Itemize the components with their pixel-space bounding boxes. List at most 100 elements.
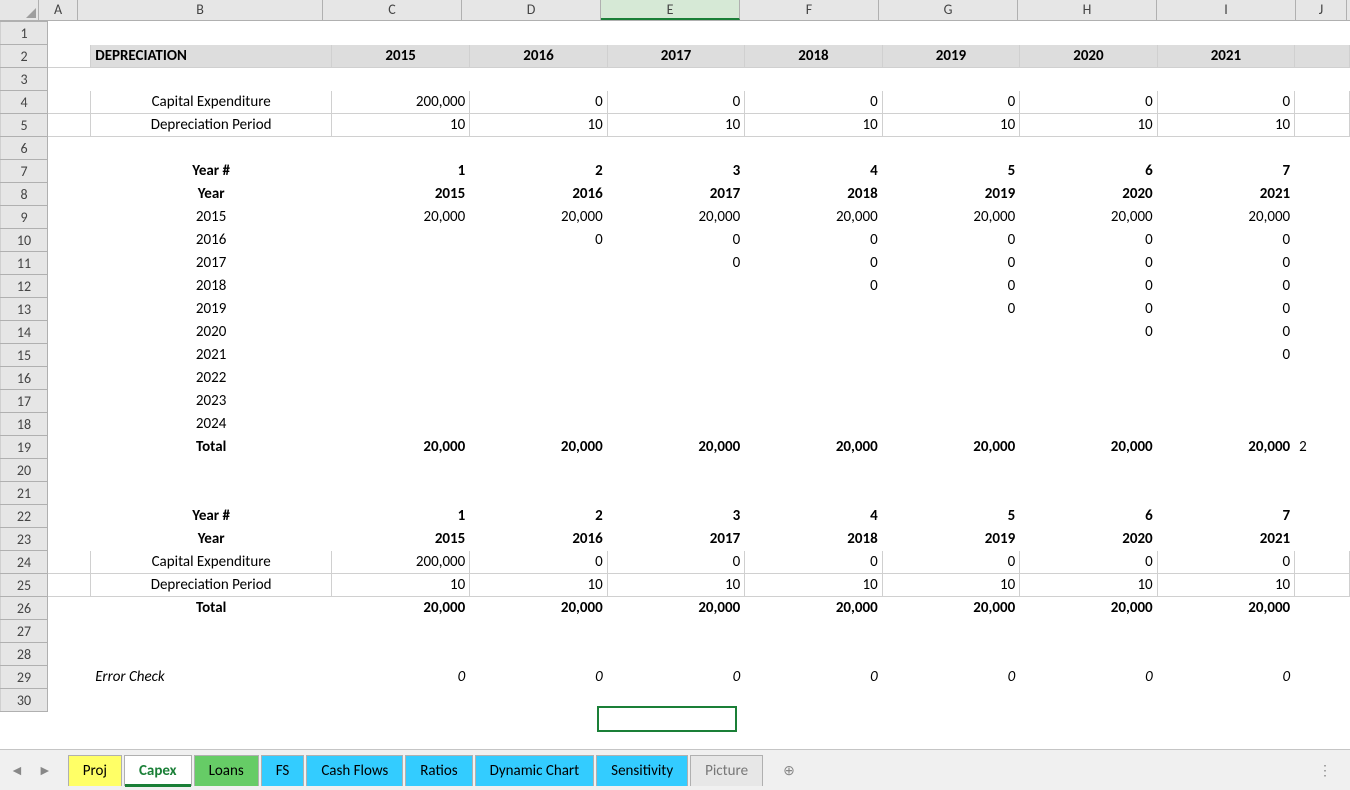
cell-J4[interactable] [1295,91,1350,114]
row-header[interactable]: 26 [1,597,48,620]
cell-A19[interactable] [48,436,91,459]
cell-C26[interactable]: 20,000 [332,597,470,620]
row-header[interactable]: 10 [1,229,48,252]
cell-D29[interactable]: 0 [470,666,607,689]
cell-E22[interactable]: 3 [607,505,744,528]
cell-G8[interactable]: 2019 [882,183,1019,206]
cell-D7[interactable]: 2 [470,160,607,183]
cell-B9[interactable]: 2015 [91,206,332,229]
cell-I6[interactable] [1157,137,1294,160]
grid-table[interactable]: 12DEPRECIATION20152016201720182019202020… [0,21,1350,712]
row-header[interactable]: 3 [1,68,48,91]
cell-J1[interactable] [1295,22,1350,45]
cell-B22[interactable]: Year # [91,505,332,528]
cell-I20[interactable] [1157,459,1294,482]
cell-I2[interactable]: 2021 [1157,45,1294,68]
cell-D25[interactable]: 10 [470,574,607,597]
cell-H22[interactable]: 6 [1020,505,1157,528]
cell-J14[interactable] [1295,321,1350,344]
cell-F20[interactable] [745,459,882,482]
cell-F9[interactable]: 20,000 [745,206,882,229]
cell-B16[interactable]: 2022 [91,367,332,390]
cell-I16[interactable] [1157,367,1294,390]
cell-D23[interactable]: 2016 [470,528,607,551]
cell-E29[interactable]: 0 [607,666,744,689]
cell-D21[interactable] [470,482,607,505]
cell-J20[interactable] [1295,459,1350,482]
cell-F12[interactable]: 0 [745,275,882,298]
cell-H4[interactable]: 0 [1020,91,1157,114]
cell-E9[interactable]: 20,000 [607,206,744,229]
cell-H25[interactable]: 10 [1020,574,1157,597]
cell-A1[interactable] [48,22,91,45]
cell-C10[interactable] [332,229,470,252]
cell-J9[interactable] [1295,206,1350,229]
cell-H6[interactable] [1020,137,1157,160]
cell-C11[interactable] [332,252,470,275]
cell-F30[interactable] [745,689,882,712]
row-header[interactable]: 25 [1,574,48,597]
cell-I14[interactable]: 0 [1157,321,1294,344]
cell-F23[interactable]: 2018 [745,528,882,551]
cell-C18[interactable] [332,413,470,436]
cell-D14[interactable] [470,321,607,344]
cell-H30[interactable] [1020,689,1157,712]
row-header[interactable]: 7 [1,160,48,183]
cell-B27[interactable] [91,620,332,643]
cell-D24[interactable]: 0 [470,551,607,574]
row-header[interactable]: 15 [1,344,48,367]
cell-E1[interactable] [607,22,744,45]
cell-D17[interactable] [470,390,607,413]
cell-G12[interactable]: 0 [882,275,1019,298]
row-header[interactable]: 4 [1,91,48,114]
cell-C30[interactable] [332,689,470,712]
cell-C16[interactable] [332,367,470,390]
cell-G9[interactable]: 20,000 [882,206,1019,229]
cell-I24[interactable]: 0 [1157,551,1294,574]
cell-D13[interactable] [470,298,607,321]
cell-J3[interactable] [1295,68,1350,91]
cell-E18[interactable] [607,413,744,436]
cell-F14[interactable] [745,321,882,344]
cell-A6[interactable] [48,137,91,160]
cell-G23[interactable]: 2019 [882,528,1019,551]
cell-I7[interactable]: 7 [1157,160,1294,183]
cell-H20[interactable] [1020,459,1157,482]
cell-I23[interactable]: 2021 [1157,528,1294,551]
cell-B5[interactable]: Depreciation Period [91,114,332,137]
cell-H11[interactable]: 0 [1020,252,1157,275]
row-header[interactable]: 22 [1,505,48,528]
cell-I1[interactable] [1157,22,1294,45]
cell-I22[interactable]: 7 [1157,505,1294,528]
cell-G14[interactable] [882,321,1019,344]
row-header[interactable]: 2 [1,45,48,68]
row-header[interactable]: 30 [1,689,48,712]
sheet-tab-dynamic-chart[interactable]: Dynamic Chart [475,755,595,786]
column-header-A[interactable]: A [39,0,78,20]
cell-F5[interactable]: 10 [745,114,882,137]
cell-D20[interactable] [470,459,607,482]
cell-A24[interactable] [48,551,91,574]
cell-G20[interactable] [882,459,1019,482]
cell-G22[interactable]: 5 [882,505,1019,528]
cell-D26[interactable]: 20,000 [470,597,607,620]
cell-J8[interactable] [1295,183,1350,206]
column-header-E[interactable]: E [601,0,740,20]
cell-G11[interactable]: 0 [882,252,1019,275]
cell-G13[interactable]: 0 [882,298,1019,321]
cell-A18[interactable] [48,413,91,436]
cell-C23[interactable]: 2015 [332,528,470,551]
cell-B13[interactable]: 2019 [91,298,332,321]
cell-J16[interactable] [1295,367,1350,390]
row-header[interactable]: 19 [1,436,48,459]
cell-E7[interactable]: 3 [607,160,744,183]
cell-J10[interactable] [1295,229,1350,252]
cell-D10[interactable]: 0 [470,229,607,252]
cell-A23[interactable] [48,528,91,551]
cell-A14[interactable] [48,321,91,344]
row-header[interactable]: 17 [1,390,48,413]
cell-I12[interactable]: 0 [1157,275,1294,298]
cell-H14[interactable]: 0 [1020,321,1157,344]
tab-scroll-prev-icon[interactable]: ◄ [6,762,28,779]
cell-J17[interactable] [1295,390,1350,413]
